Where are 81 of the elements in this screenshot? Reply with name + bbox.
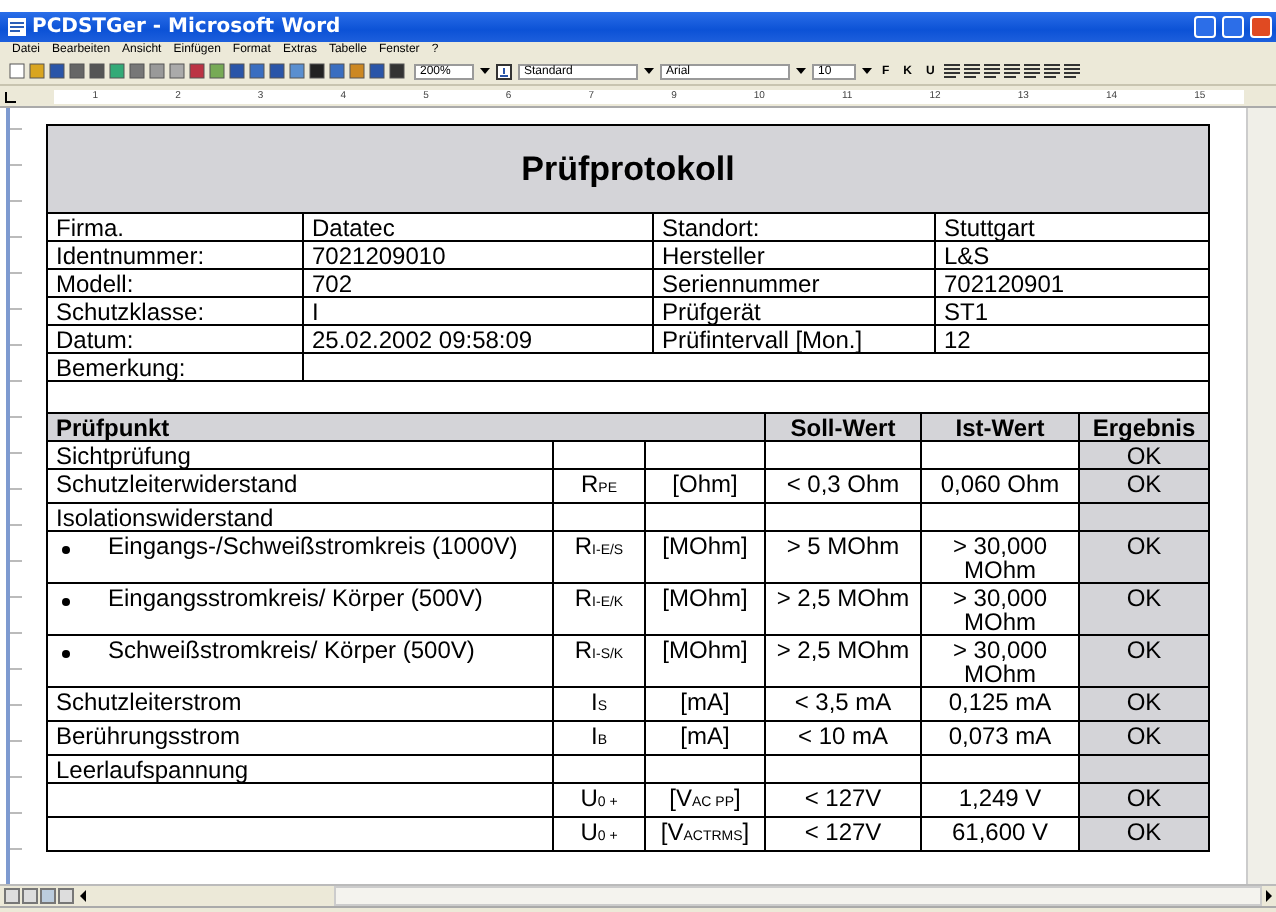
field-label: Modell: (47, 269, 303, 297)
field-label: Schutzklasse: (47, 297, 303, 325)
column-header: Prüfpunkt (47, 413, 765, 441)
test-name: Schutzleiterwiderstand (47, 469, 553, 503)
field-label: Identnummer: (47, 241, 303, 269)
bullet-icon (62, 598, 70, 606)
field-value: I (303, 297, 653, 325)
column-header: Ist-Wert (921, 413, 1079, 441)
actual-value: 61,600 V (921, 817, 1079, 851)
field-label: Prüfintervall [Mon.] (653, 325, 935, 353)
field-value: 702 (303, 269, 653, 297)
bullet-icon (62, 546, 70, 554)
horizontal-scrollbar[interactable] (334, 886, 1262, 906)
actual-value: 0,060 Ohm (921, 469, 1079, 503)
unit-cell: [Ohm] (645, 469, 765, 503)
target-value: > 2,5 MOhm (765, 635, 921, 687)
result-cell: OK (1079, 531, 1209, 583)
tab-stop-icon[interactable] (4, 89, 18, 103)
field-label: Bemerkung: (47, 353, 303, 381)
dropdown-arrow-icon[interactable] (862, 68, 872, 74)
actual-value: 0,125 mA (921, 687, 1079, 721)
field-label: Standort: (653, 213, 935, 241)
test-name: Schutzleiterstrom (47, 687, 553, 721)
unit-cell: [MOhm] (645, 635, 765, 687)
target-value: > 5 MOhm (765, 531, 921, 583)
result-cell: OK (1079, 469, 1209, 503)
dropdown-arrow-icon[interactable] (480, 68, 490, 74)
document-icon[interactable] (8, 18, 26, 36)
unit-cell: [mA] (645, 721, 765, 755)
vertical-scrollbar[interactable] (1246, 108, 1276, 884)
result-cell: OK (1079, 783, 1209, 817)
test-name: Eingangs-/Schweißstromkreis (1000V) (108, 532, 518, 560)
column-header: Ergebnis (1079, 413, 1209, 441)
field-label: Datum: (47, 325, 303, 353)
close-button[interactable] (1250, 16, 1272, 38)
toolbar-icons-drawing[interactable] (8, 62, 408, 80)
dropdown-arrow-icon[interactable] (796, 68, 806, 74)
target-value: < 10 mA (765, 721, 921, 755)
field-value: 25.02.2002 09:58:09 (303, 325, 653, 353)
actual-value: 0,073 mA (921, 721, 1079, 755)
document-title: Prüfprotokoll (47, 125, 1210, 213)
paragraph-format-icons-drawing[interactable] (944, 62, 1085, 80)
field-value: L&S (935, 241, 1210, 269)
test-name: Schweißstromkreis/ Körper (500V) (108, 636, 475, 664)
field-value: 12 (935, 325, 1210, 353)
field-value: 702120901 (935, 269, 1210, 297)
result-cell: OK (1079, 687, 1209, 721)
target-value: < 127V (765, 783, 921, 817)
test-name: Berührungsstrom (47, 721, 553, 755)
bullet-icon (62, 650, 70, 658)
test-name: Leerlaufspannung (47, 755, 553, 783)
result-cell: OK (1079, 635, 1209, 687)
result-cell: OK (1079, 583, 1209, 635)
view-buttons-drawing[interactable] (4, 888, 92, 904)
unit-cell: [mA] (645, 687, 765, 721)
actual-value: 1,249 V (921, 783, 1079, 817)
window-title: PCDSTGer - Microsoft Word (32, 16, 343, 38)
field-value: Datatec (303, 213, 653, 241)
target-value: > 2,5 MOhm (765, 583, 921, 635)
unit-cell: [MOhm] (645, 583, 765, 635)
column-header: Soll-Wert (765, 413, 921, 441)
field-label: Prüfgerät (653, 297, 935, 325)
field-label: Seriennummer (653, 269, 935, 297)
test-name: Sichtprüfung (47, 441, 553, 469)
result-cell: OK (1079, 817, 1209, 851)
field-value: ST1 (935, 297, 1210, 325)
field-label: Firma. (47, 213, 303, 241)
maximize-button[interactable] (1222, 16, 1244, 38)
test-name: Isolationswiderstand (47, 503, 553, 531)
unit-cell: [MOhm] (645, 531, 765, 583)
result-cell: OK (1079, 441, 1209, 469)
test-name: Eingangsstromkreis/ Körper (500V) (108, 584, 483, 612)
target-value: < 127V (765, 817, 921, 851)
field-value: 7021209010 (303, 241, 653, 269)
dropdown-arrow-icon[interactable] (644, 68, 654, 74)
result-cell: OK (1079, 721, 1209, 755)
target-value: < 3,5 mA (765, 687, 921, 721)
field-label: Hersteller (653, 241, 935, 269)
target-value: < 0,3 Ohm (765, 469, 921, 503)
minimize-button[interactable] (1194, 16, 1216, 38)
field-value: Stuttgart (935, 213, 1210, 241)
